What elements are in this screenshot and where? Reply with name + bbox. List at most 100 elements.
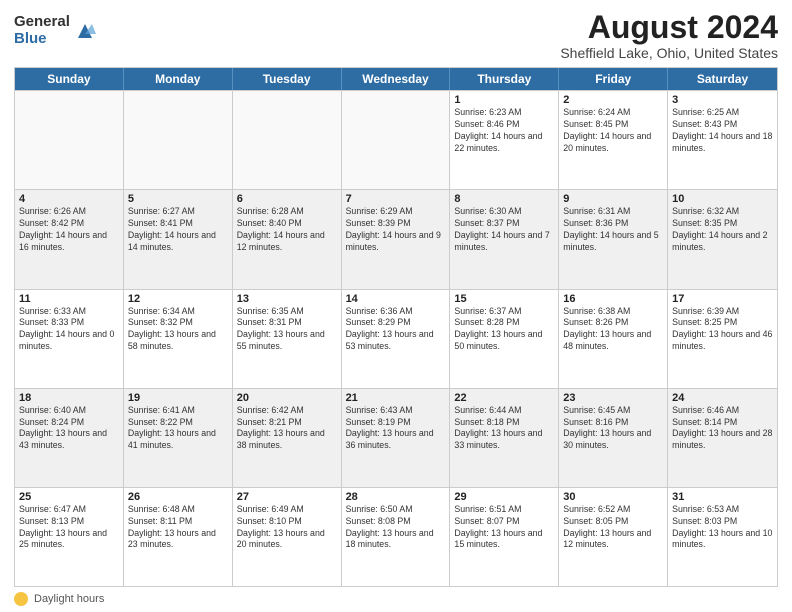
calendar-cell <box>342 91 451 189</box>
day-info: Sunrise: 6:23 AM Sunset: 8:46 PM Dayligh… <box>454 107 554 155</box>
day-number: 17 <box>672 293 773 305</box>
day-info: Sunrise: 6:31 AM Sunset: 8:36 PM Dayligh… <box>563 206 663 254</box>
calendar-cell: 28Sunrise: 6:50 AM Sunset: 8:08 PM Dayli… <box>342 488 451 586</box>
calendar-cell: 16Sunrise: 6:38 AM Sunset: 8:26 PM Dayli… <box>559 290 668 388</box>
calendar-cell: 15Sunrise: 6:37 AM Sunset: 8:28 PM Dayli… <box>450 290 559 388</box>
day-number: 14 <box>346 293 446 305</box>
day-info: Sunrise: 6:38 AM Sunset: 8:26 PM Dayligh… <box>563 306 663 354</box>
day-number: 26 <box>128 491 228 503</box>
day-number: 28 <box>346 491 446 503</box>
day-info: Sunrise: 6:29 AM Sunset: 8:39 PM Dayligh… <box>346 206 446 254</box>
day-number: 2 <box>563 94 663 106</box>
day-number: 1 <box>454 94 554 106</box>
day-info: Sunrise: 6:44 AM Sunset: 8:18 PM Dayligh… <box>454 405 554 453</box>
calendar-cell: 30Sunrise: 6:52 AM Sunset: 8:05 PM Dayli… <box>559 488 668 586</box>
day-number: 16 <box>563 293 663 305</box>
calendar-cell: 12Sunrise: 6:34 AM Sunset: 8:32 PM Dayli… <box>124 290 233 388</box>
day-info: Sunrise: 6:51 AM Sunset: 8:07 PM Dayligh… <box>454 504 554 552</box>
calendar-cell: 6Sunrise: 6:28 AM Sunset: 8:40 PM Daylig… <box>233 190 342 288</box>
header-cell-sunday: Sunday <box>15 68 124 90</box>
day-info: Sunrise: 6:42 AM Sunset: 8:21 PM Dayligh… <box>237 405 337 453</box>
calendar-cell: 27Sunrise: 6:49 AM Sunset: 8:10 PM Dayli… <box>233 488 342 586</box>
day-info: Sunrise: 6:52 AM Sunset: 8:05 PM Dayligh… <box>563 504 663 552</box>
day-number: 13 <box>237 293 337 305</box>
calendar-header: SundayMondayTuesdayWednesdayThursdayFrid… <box>15 68 777 90</box>
calendar-cell <box>15 91 124 189</box>
logo-blue: Blue <box>14 31 70 48</box>
month-title: August 2024 <box>560 10 778 45</box>
day-number: 23 <box>563 392 663 404</box>
calendar-cell: 22Sunrise: 6:44 AM Sunset: 8:18 PM Dayli… <box>450 389 559 487</box>
calendar-cell: 14Sunrise: 6:36 AM Sunset: 8:29 PM Dayli… <box>342 290 451 388</box>
calendar-cell: 5Sunrise: 6:27 AM Sunset: 8:41 PM Daylig… <box>124 190 233 288</box>
day-info: Sunrise: 6:26 AM Sunset: 8:42 PM Dayligh… <box>19 206 119 254</box>
day-number: 30 <box>563 491 663 503</box>
calendar-cell: 26Sunrise: 6:48 AM Sunset: 8:11 PM Dayli… <box>124 488 233 586</box>
day-info: Sunrise: 6:24 AM Sunset: 8:45 PM Dayligh… <box>563 107 663 155</box>
day-number: 18 <box>19 392 119 404</box>
day-info: Sunrise: 6:46 AM Sunset: 8:14 PM Dayligh… <box>672 405 773 453</box>
calendar: SundayMondayTuesdayWednesdayThursdayFrid… <box>14 67 778 587</box>
day-number: 4 <box>19 193 119 205</box>
calendar-cell: 21Sunrise: 6:43 AM Sunset: 8:19 PM Dayli… <box>342 389 451 487</box>
day-number: 21 <box>346 392 446 404</box>
calendar-cell: 29Sunrise: 6:51 AM Sunset: 8:07 PM Dayli… <box>450 488 559 586</box>
day-info: Sunrise: 6:33 AM Sunset: 8:33 PM Dayligh… <box>19 306 119 354</box>
day-info: Sunrise: 6:32 AM Sunset: 8:35 PM Dayligh… <box>672 206 773 254</box>
day-info: Sunrise: 6:37 AM Sunset: 8:28 PM Dayligh… <box>454 306 554 354</box>
day-info: Sunrise: 6:47 AM Sunset: 8:13 PM Dayligh… <box>19 504 119 552</box>
header-cell-saturday: Saturday <box>668 68 777 90</box>
header-cell-wednesday: Wednesday <box>342 68 451 90</box>
calendar-cell: 11Sunrise: 6:33 AM Sunset: 8:33 PM Dayli… <box>15 290 124 388</box>
calendar-cell: 25Sunrise: 6:47 AM Sunset: 8:13 PM Dayli… <box>15 488 124 586</box>
day-info: Sunrise: 6:30 AM Sunset: 8:37 PM Dayligh… <box>454 206 554 254</box>
day-number: 27 <box>237 491 337 503</box>
calendar-cell <box>233 91 342 189</box>
day-number: 31 <box>672 491 773 503</box>
calendar-cell: 2Sunrise: 6:24 AM Sunset: 8:45 PM Daylig… <box>559 91 668 189</box>
header-cell-thursday: Thursday <box>450 68 559 90</box>
page: General Blue August 2024 Sheffield Lake,… <box>0 0 792 612</box>
logo-text: General Blue <box>14 14 70 47</box>
day-info: Sunrise: 6:53 AM Sunset: 8:03 PM Dayligh… <box>672 504 773 552</box>
day-number: 24 <box>672 392 773 404</box>
day-info: Sunrise: 6:40 AM Sunset: 8:24 PM Dayligh… <box>19 405 119 453</box>
calendar-row-1: 1Sunrise: 6:23 AM Sunset: 8:46 PM Daylig… <box>15 90 777 189</box>
day-info: Sunrise: 6:45 AM Sunset: 8:16 PM Dayligh… <box>563 405 663 453</box>
day-number: 29 <box>454 491 554 503</box>
calendar-cell: 31Sunrise: 6:53 AM Sunset: 8:03 PM Dayli… <box>668 488 777 586</box>
day-number: 19 <box>128 392 228 404</box>
daylight-dot <box>14 592 28 606</box>
day-number: 25 <box>19 491 119 503</box>
calendar-row-5: 25Sunrise: 6:47 AM Sunset: 8:13 PM Dayli… <box>15 487 777 586</box>
header: General Blue August 2024 Sheffield Lake,… <box>14 10 778 61</box>
calendar-row-2: 4Sunrise: 6:26 AM Sunset: 8:42 PM Daylig… <box>15 189 777 288</box>
header-cell-monday: Monday <box>124 68 233 90</box>
header-cell-tuesday: Tuesday <box>233 68 342 90</box>
day-info: Sunrise: 6:48 AM Sunset: 8:11 PM Dayligh… <box>128 504 228 552</box>
day-number: 11 <box>19 293 119 305</box>
calendar-cell: 24Sunrise: 6:46 AM Sunset: 8:14 PM Dayli… <box>668 389 777 487</box>
calendar-cell: 13Sunrise: 6:35 AM Sunset: 8:31 PM Dayli… <box>233 290 342 388</box>
day-info: Sunrise: 6:49 AM Sunset: 8:10 PM Dayligh… <box>237 504 337 552</box>
header-cell-friday: Friday <box>559 68 668 90</box>
calendar-cell: 23Sunrise: 6:45 AM Sunset: 8:16 PM Dayli… <box>559 389 668 487</box>
day-number: 22 <box>454 392 554 404</box>
calendar-cell: 3Sunrise: 6:25 AM Sunset: 8:43 PM Daylig… <box>668 91 777 189</box>
calendar-cell: 7Sunrise: 6:29 AM Sunset: 8:39 PM Daylig… <box>342 190 451 288</box>
day-info: Sunrise: 6:28 AM Sunset: 8:40 PM Dayligh… <box>237 206 337 254</box>
day-number: 20 <box>237 392 337 404</box>
calendar-cell: 10Sunrise: 6:32 AM Sunset: 8:35 PM Dayli… <box>668 190 777 288</box>
title-block: August 2024 Sheffield Lake, Ohio, United… <box>560 10 778 61</box>
calendar-body: 1Sunrise: 6:23 AM Sunset: 8:46 PM Daylig… <box>15 90 777 586</box>
calendar-cell: 17Sunrise: 6:39 AM Sunset: 8:25 PM Dayli… <box>668 290 777 388</box>
day-number: 6 <box>237 193 337 205</box>
day-info: Sunrise: 6:25 AM Sunset: 8:43 PM Dayligh… <box>672 107 773 155</box>
location: Sheffield Lake, Ohio, United States <box>560 45 778 61</box>
calendar-cell: 18Sunrise: 6:40 AM Sunset: 8:24 PM Dayli… <box>15 389 124 487</box>
day-number: 9 <box>563 193 663 205</box>
day-number: 7 <box>346 193 446 205</box>
day-info: Sunrise: 6:35 AM Sunset: 8:31 PM Dayligh… <box>237 306 337 354</box>
footer: Daylight hours <box>14 592 778 606</box>
calendar-cell: 4Sunrise: 6:26 AM Sunset: 8:42 PM Daylig… <box>15 190 124 288</box>
